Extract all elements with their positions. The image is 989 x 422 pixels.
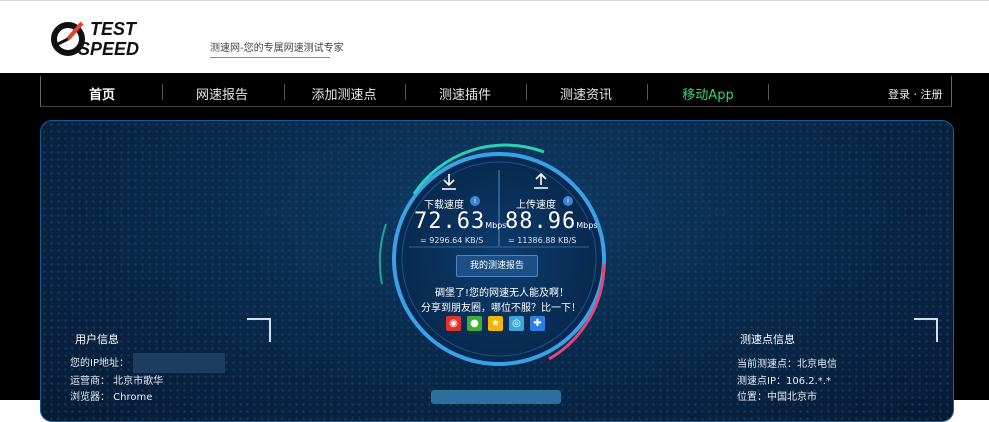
separator-dot: · <box>913 88 918 101</box>
nav-divider <box>647 84 648 100</box>
nav-divider <box>768 84 769 100</box>
nav-mobile-app[interactable]: 移动App <box>658 84 758 103</box>
user-info-title: 用户信息 <box>75 333 119 346</box>
site-header: TEST SPEED 测速网-您的专属网速测试专家 <box>0 0 989 74</box>
upload-unit: Mbps <box>576 221 598 230</box>
nav-add-point[interactable]: 添加测速点 <box>294 84 394 103</box>
nav-report[interactable]: 网速报告 <box>172 84 272 103</box>
upload-value: 88.96 <box>505 209 577 234</box>
weibo-icon[interactable]: ◉ <box>446 316 461 331</box>
server-location: 位置：中国北京市 <box>737 392 817 403</box>
server-info-corner <box>914 318 938 342</box>
restart-test-button[interactable] <box>431 390 561 404</box>
nav-home[interactable]: 首页 <box>52 84 152 103</box>
tagline-divider <box>210 57 330 58</box>
nav-divider <box>162 84 163 100</box>
download-kbs: = 9296.64 KB/S <box>420 236 484 245</box>
server-info-title: 测速点信息 <box>740 333 795 346</box>
download-unit: Mbps <box>485 221 507 230</box>
my-report-button[interactable]: 我的测速报告 <box>456 255 538 277</box>
register-link[interactable]: 注册 <box>921 88 943 101</box>
auth-links: 登录 · 注册 <box>888 86 943 102</box>
ip-redacted <box>132 353 225 373</box>
tencent-weibo-icon[interactable]: ◎ <box>509 316 524 331</box>
upload-speed: 88.96Mbps <box>505 209 597 234</box>
info-icon[interactable]: i <box>563 196 573 206</box>
result-message: 碉堡了!您的网速无人能及啊！ <box>435 288 570 299</box>
upload-icon <box>534 172 548 189</box>
testspeed-logo[interactable]: TEST SPEED <box>38 15 188 59</box>
info-icon[interactable]: i <box>470 196 480 206</box>
login-link[interactable]: 登录 <box>888 88 910 101</box>
user-ip: 您的IP地址： <box>70 353 225 373</box>
nav-divider <box>405 84 406 100</box>
share-message: 分享到朋友圈，哪位不服？比一下！ <box>421 303 581 314</box>
user-isp: 运营商： 北京市歌华 <box>70 376 164 387</box>
wechat-icon[interactable]: ● <box>467 316 482 331</box>
nav-news[interactable]: 测速资讯 <box>536 84 636 103</box>
server-current: 当前测速点：北京电信 <box>737 359 837 370</box>
nav-plugin[interactable]: 测速插件 <box>415 84 515 103</box>
nav-divider <box>284 84 285 100</box>
download-icon <box>442 174 456 190</box>
user-info-corner <box>247 318 271 342</box>
logo-line1: TEST <box>90 19 138 39</box>
tagline: 测速网-您的专属网速测试专家 <box>210 43 344 54</box>
nav-divider <box>526 84 527 100</box>
download-speed: 72.63Mbps <box>414 209 506 234</box>
more-share-icon[interactable]: ✚ <box>530 316 545 331</box>
server-ip: 测速点IP：106.2.*.* <box>737 376 831 387</box>
user-ip-label: 您的IP地址： <box>70 358 129 369</box>
user-browser: 浏览器： Chrome <box>70 392 153 403</box>
qzone-icon[interactable]: ★ <box>488 316 503 331</box>
logo-line2: SPEED <box>78 39 139 59</box>
upload-kbs: = 11386.88 KB/S <box>508 236 577 245</box>
download-value: 72.63 <box>414 209 486 234</box>
